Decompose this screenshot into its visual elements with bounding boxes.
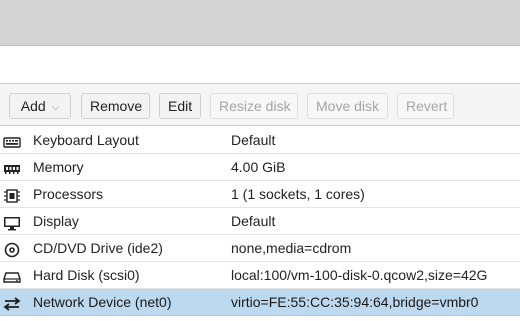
edit-button[interactable]: Edit <box>159 93 201 119</box>
network-icon <box>3 294 21 311</box>
hardware-row-harddisk[interactable]: Hard Disk (scsi0) local:100/vm-100-disk-… <box>0 262 520 289</box>
resize-disk-button[interactable]: Resize disk <box>210 93 298 119</box>
harddisk-icon <box>3 267 21 283</box>
hardware-value: virtio=FE:55:CC:35:94:64,bridge=vmbr0 <box>231 294 479 310</box>
hardware-key: Keyboard Layout <box>33 132 139 148</box>
chevron-down-icon: ⌵ <box>51 102 60 113</box>
hardware-row-processors[interactable]: Processors 1 (1 sockets, 1 cores) <box>0 181 520 208</box>
cdrom-icon <box>3 240 21 258</box>
hardware-key: Network Device (net0) <box>33 294 172 310</box>
hardware-key: Display <box>33 213 79 229</box>
hardware-value: 4.00 GiB <box>231 159 286 175</box>
hardware-key: Hard Disk (scsi0) <box>33 267 140 283</box>
move-disk-button[interactable]: Move disk <box>307 93 388 119</box>
revert-button[interactable]: Revert <box>397 93 454 119</box>
hardware-row-display[interactable]: Display Default <box>0 208 520 235</box>
hardware-value: local:100/vm-100-disk-0.qcow2,size=42G <box>231 267 488 283</box>
hardware-key: Processors <box>33 186 104 202</box>
hardware-toolbar: Add ⌵ Remove Edit Resize disk Move disk R… <box>0 83 520 126</box>
remove-button[interactable]: Remove <box>81 93 150 119</box>
hardware-value: none,media=cdrom <box>231 240 352 256</box>
memory-icon <box>3 159 21 175</box>
cpu-icon <box>3 186 21 203</box>
monitor-icon <box>3 213 21 231</box>
hardware-key: Memory <box>33 159 84 175</box>
add-button[interactable]: Add ⌵ <box>9 93 71 119</box>
hardware-row-memory[interactable]: Memory 4.00 GiB <box>0 154 520 181</box>
hardware-value: 1 (1 sockets, 1 cores) <box>231 186 365 202</box>
hardware-row-network[interactable]: Network Device (net0) virtio=FE:55:CC:35… <box>0 289 520 316</box>
hardware-value: Default <box>231 213 276 229</box>
keyboard-icon <box>3 132 21 148</box>
hardware-row-keyboard[interactable]: Keyboard Layout Default <box>0 127 520 154</box>
hardware-key: CD/DVD Drive (ide2) <box>33 240 163 256</box>
header-bar <box>0 0 520 46</box>
add-button-label: Add <box>20 98 46 114</box>
hardware-value: Default <box>231 132 276 148</box>
hardware-grid: Keyboard Layout Default Memory 4.00 GiB … <box>0 127 520 316</box>
hardware-row-cdrom[interactable]: CD/DVD Drive (ide2) none,media=cdrom <box>0 235 520 262</box>
